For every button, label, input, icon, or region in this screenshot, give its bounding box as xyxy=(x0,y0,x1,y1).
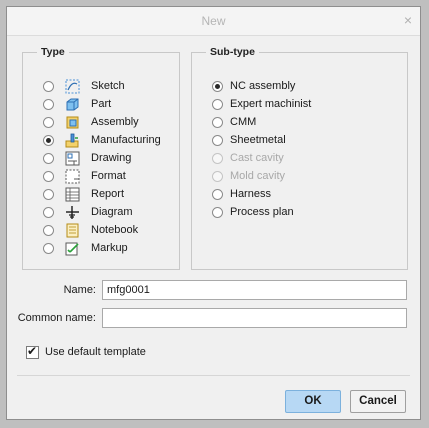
manufacturing-icon xyxy=(65,133,79,147)
type-option-label: Diagram xyxy=(91,206,133,218)
assembly-icon xyxy=(66,116,79,128)
subtype-radio[interactable] xyxy=(212,134,223,146)
subtype-option-label: Sheetmetal xyxy=(230,134,286,146)
title-bar: New × xyxy=(7,7,420,36)
sketch-icon xyxy=(65,79,80,93)
subtype-radio[interactable] xyxy=(212,188,223,200)
subtype-radio xyxy=(212,170,223,182)
subtype-option-nc-assembly[interactable]: NC assembly xyxy=(212,78,295,94)
report-icon xyxy=(65,187,80,201)
subtype-option-label: Mold cavity xyxy=(230,170,286,182)
type-radio[interactable] xyxy=(43,206,54,218)
name-label: Name: xyxy=(63,284,96,296)
subtype-option-expert-machinist[interactable]: Expert machinist xyxy=(212,96,311,112)
type-option-label: Report xyxy=(91,188,125,200)
type-option-markup[interactable]: Markup xyxy=(43,240,128,256)
use-default-template-checkbox[interactable] xyxy=(26,344,39,359)
type-radio[interactable] xyxy=(43,188,54,200)
new-dialog: New × Type Sketch Part Assembly Manufact… xyxy=(6,6,421,420)
close-icon[interactable]: × xyxy=(404,12,412,28)
use-default-template-label: Use default template xyxy=(45,346,146,358)
subtype-option-harness[interactable]: Harness xyxy=(212,186,271,202)
type-option-diagram[interactable]: Diagram xyxy=(43,204,133,220)
common-name-label: Common name: xyxy=(17,312,96,324)
subtype-option-label: Harness xyxy=(230,188,271,200)
notebook-icon xyxy=(66,223,79,237)
type-radio[interactable] xyxy=(43,80,54,92)
type-option-notebook[interactable]: Notebook xyxy=(43,222,138,238)
subtype-group-label: Sub-type xyxy=(206,46,259,58)
name-input[interactable] xyxy=(102,280,407,300)
footer-separator xyxy=(17,375,410,376)
subtype-radio[interactable] xyxy=(212,116,223,128)
type-group-label: Type xyxy=(37,46,69,58)
type-option-report[interactable]: Report xyxy=(43,186,124,202)
type-radio[interactable] xyxy=(43,134,54,146)
type-radio[interactable] xyxy=(43,224,54,236)
drawing-icon xyxy=(65,151,80,165)
part-icon xyxy=(66,98,79,110)
subtype-radio xyxy=(212,152,223,164)
type-radio[interactable] xyxy=(43,98,54,110)
subtype-option-label: NC assembly xyxy=(230,80,296,92)
type-radio[interactable] xyxy=(43,116,54,128)
subtype-radio[interactable] xyxy=(212,80,223,92)
type-group: Type Sketch Part Assembly Manufacturing … xyxy=(22,46,180,270)
type-radio[interactable] xyxy=(43,242,54,254)
subtype-radio[interactable] xyxy=(212,206,223,218)
type-option-label: Markup xyxy=(91,242,128,254)
format-icon xyxy=(65,169,80,183)
subtype-option-cmm[interactable]: CMM xyxy=(212,114,256,130)
subtype-option-label: CMM xyxy=(230,116,257,128)
type-option-part[interactable]: Part xyxy=(43,96,111,112)
subtype-radio[interactable] xyxy=(212,98,223,110)
dialog-title: New xyxy=(201,14,226,28)
type-option-drawing[interactable]: Drawing xyxy=(43,150,131,166)
subtype-option-sheetmetal[interactable]: Sheetmetal xyxy=(212,132,286,148)
type-option-assembly[interactable]: Assembly xyxy=(43,114,139,130)
markup-icon xyxy=(65,242,79,255)
type-radio[interactable] xyxy=(43,170,54,182)
cancel-button[interactable]: Cancel xyxy=(350,390,406,413)
type-option-label: Manufacturing xyxy=(91,134,161,146)
subtype-group: Sub-type NC assembly Expert machinist CM… xyxy=(191,46,408,270)
type-option-label: Drawing xyxy=(91,152,132,164)
type-option-label: Notebook xyxy=(91,224,139,236)
type-radio[interactable] xyxy=(43,152,54,164)
type-option-label: Assembly xyxy=(91,116,139,128)
ok-button[interactable]: OK xyxy=(285,390,341,413)
subtype-option-mold-cavity: Mold cavity xyxy=(212,168,285,184)
subtype-option-cast-cavity: Cast cavity xyxy=(212,150,284,166)
diagram-icon xyxy=(66,205,79,219)
type-option-label: Format xyxy=(91,170,126,182)
type-option-format[interactable]: Format xyxy=(43,168,126,184)
subtype-option-process-plan[interactable]: Process plan xyxy=(212,204,294,220)
common-name-input[interactable] xyxy=(102,308,407,328)
subtype-option-label: Cast cavity xyxy=(230,152,284,164)
subtype-option-label: Expert machinist xyxy=(230,98,312,110)
type-option-label: Sketch xyxy=(91,80,125,92)
subtype-option-label: Process plan xyxy=(230,206,294,218)
type-option-sketch[interactable]: Sketch xyxy=(43,78,125,94)
type-option-manufacturing[interactable]: Manufacturing xyxy=(43,132,161,148)
type-option-label: Part xyxy=(91,98,112,110)
